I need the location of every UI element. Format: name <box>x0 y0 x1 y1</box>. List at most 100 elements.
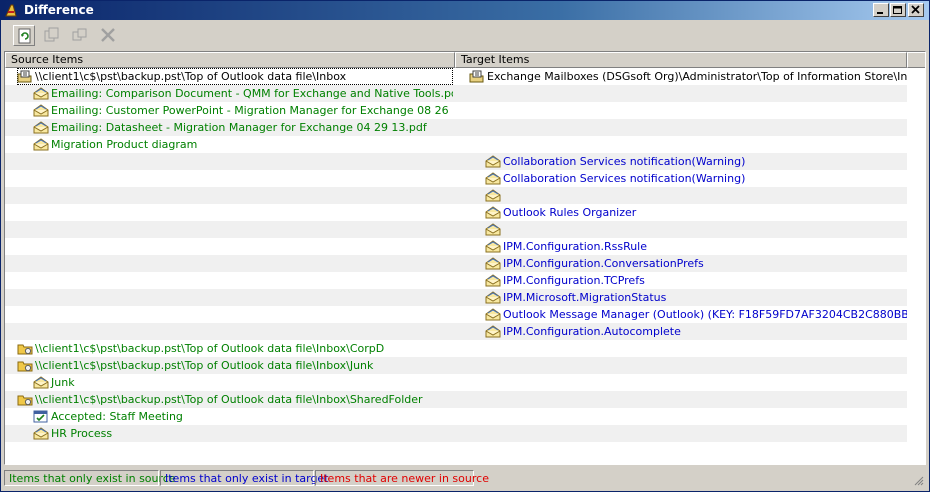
folder-compare-icon <box>17 70 32 83</box>
title-bar[interactable]: Difference <box>1 1 929 20</box>
folder-compare-icon <box>469 70 484 83</box>
legend-source-only: Items that only exist in source <box>4 470 176 486</box>
table-row[interactable]: \\client1\c$\pst\backup.pst\Top of Outlo… <box>5 68 907 85</box>
table-row[interactable]: IPM.Microsoft.MigrationStatus <box>5 289 907 306</box>
target-item-label: Outlook Rules Organizer <box>503 206 637 219</box>
table-row[interactable]: Emailing: Datasheet - Migration Manager … <box>5 119 907 136</box>
target-item-label: IPM.Configuration.TCPrefs <box>503 274 645 287</box>
target-item-label: IPM.Microsoft.MigrationStatus <box>503 291 667 304</box>
target-item[interactable]: Outlook Rules Organizer <box>485 204 907 221</box>
envelope-icon <box>485 257 501 270</box>
target-item-label: Exchange Mailboxes (DSGsoft Org)\Adminis… <box>487 70 907 83</box>
copy-icon <box>72 28 87 41</box>
refresh-icon <box>18 28 31 44</box>
target-item-label: IPM.Configuration.Autocomplete <box>503 325 681 338</box>
source-item[interactable]: Accepted: Staff Meeting <box>33 408 453 425</box>
target-item[interactable]: IPM.Microsoft.MigrationStatus <box>485 289 907 306</box>
maximize-button[interactable] <box>890 3 906 17</box>
table-row[interactable]: Collaboration Services notification(Warn… <box>5 170 907 187</box>
source-item-label: Accepted: Staff Meeting <box>51 410 183 423</box>
window-title: Difference <box>24 3 94 17</box>
envelope-icon <box>485 172 501 185</box>
table-row[interactable]: IPM.Configuration.Autocomplete <box>5 323 907 340</box>
target-item[interactable]: Collaboration Services notification(Warn… <box>485 170 907 187</box>
table-row[interactable]: Emailing: Comparison Document - QMM for … <box>5 85 907 102</box>
envelope-icon <box>485 308 501 321</box>
table-row[interactable]: IPM.Configuration.RssRule <box>5 238 907 255</box>
envelope-icon <box>485 223 501 236</box>
table-row[interactable]: \\client1\c$\pst\backup.pst\Top of Outlo… <box>5 391 907 408</box>
source-item-label: \\client1\c$\pst\backup.pst\Top of Outlo… <box>35 393 423 406</box>
copy-to-target-button[interactable] <box>41 25 63 46</box>
minimize-icon <box>877 12 883 14</box>
minimize-button[interactable] <box>873 3 889 17</box>
table-row[interactable]: IPM.Configuration.TCPrefs <box>5 272 907 289</box>
target-item[interactable]: Collaboration Services notification(Warn… <box>485 153 907 170</box>
table-row[interactable]: IPM.Configuration.ConversationPrefs <box>5 255 907 272</box>
envelope-icon <box>485 189 501 202</box>
column-header-filler <box>907 52 925 68</box>
envelope-icon <box>485 274 501 287</box>
legend-newer-in-source: Items that are newer in source <box>315 470 489 486</box>
envelope-icon <box>485 240 501 253</box>
source-item-label: HR Process <box>51 427 113 440</box>
target-item[interactable]: IPM.Configuration.TCPrefs <box>485 272 907 289</box>
source-item[interactable]: HR Process <box>33 425 453 442</box>
table-row[interactable]: \\client1\c$\pst\backup.pst\Top of Outlo… <box>5 357 907 374</box>
source-item-label: Emailing: Datasheet - Migration Manager … <box>51 121 427 134</box>
source-item-label: \\client1\c$\pst\backup.pst\Top of Outlo… <box>35 342 385 355</box>
source-item-label: Emailing: Customer PowerPoint - Migratio… <box>51 104 453 117</box>
target-item[interactable]: IPM.Configuration.ConversationPrefs <box>485 255 907 272</box>
target-item[interactable]: IPM.Configuration.RssRule <box>485 238 907 255</box>
table-row[interactable]: Migration Product diagram <box>5 136 907 153</box>
source-item[interactable]: Emailing: Datasheet - Migration Manager … <box>33 119 453 136</box>
table-row[interactable] <box>5 221 907 238</box>
maximize-icon <box>893 6 902 14</box>
source-item[interactable]: Migration Product diagram <box>33 136 453 153</box>
target-item-label: Collaboration Services notification(Warn… <box>503 155 746 168</box>
folder-icon <box>17 395 33 406</box>
source-item[interactable]: \\client1\c$\pst\backup.pst\Top of Outlo… <box>17 340 453 357</box>
envelope-icon <box>33 104 49 117</box>
copy-button[interactable] <box>69 25 91 46</box>
target-item[interactable]: IPM.Configuration.Autocomplete <box>485 323 907 340</box>
source-item-label: \\client1\c$\pst\backup.pst\Top of Outlo… <box>35 70 347 83</box>
envelope-icon <box>33 121 49 134</box>
table-row[interactable]: Outlook Rules Organizer <box>5 204 907 221</box>
delete-button[interactable] <box>97 25 119 46</box>
difference-window: Difference Source Items Target Items \\c… <box>0 0 930 492</box>
target-item[interactable]: Outlook Message Manager (Outlook) (KEY: … <box>485 306 907 323</box>
table-row[interactable]: Collaboration Services notification(Warn… <box>5 153 907 170</box>
table-row[interactable] <box>5 187 907 204</box>
column-header-target[interactable]: Target Items <box>455 52 907 68</box>
source-item[interactable]: Emailing: Customer PowerPoint - Migratio… <box>33 102 453 119</box>
source-item[interactable]: \\client1\c$\pst\backup.pst\Top of Outlo… <box>17 391 453 408</box>
table-row[interactable]: Emailing: Customer PowerPoint - Migratio… <box>5 102 907 119</box>
table-row[interactable]: HR Process <box>5 425 907 442</box>
envelope-icon <box>33 138 49 151</box>
legend-target-only: Items that only exist in target <box>160 470 329 486</box>
close-button[interactable] <box>908 3 924 17</box>
source-item[interactable]: Emailing: Comparison Document - QMM for … <box>33 85 453 102</box>
source-item[interactable]: Junk <box>33 374 453 391</box>
table-row[interactable]: Accepted: Staff Meeting <box>5 408 907 425</box>
envelope-icon <box>33 87 49 100</box>
target-item-label: IPM.Configuration.RssRule <box>503 240 648 253</box>
source-item[interactable]: \\client1\c$\pst\backup.pst\Top of Outlo… <box>17 357 453 374</box>
source-item[interactable]: \\client1\c$\pst\backup.pst\Top of Outlo… <box>17 68 453 85</box>
folder-icon <box>17 361 33 372</box>
refresh-button[interactable] <box>13 25 35 46</box>
target-item[interactable] <box>485 187 907 204</box>
envelope-icon <box>485 291 501 304</box>
resize-grip-icon[interactable] <box>912 474 924 486</box>
table-row[interactable]: Outlook Message Manager (Outlook) (KEY: … <box>5 306 907 323</box>
envelope-icon <box>33 376 49 389</box>
table-row[interactable]: Junk <box>5 374 907 391</box>
envelope-icon <box>33 427 49 440</box>
target-item[interactable] <box>485 221 907 238</box>
table-row[interactable]: \\client1\c$\pst\backup.pst\Top of Outlo… <box>5 340 907 357</box>
difference-grid: Source Items Target Items \\client1\c$\p… <box>4 51 926 465</box>
target-item[interactable]: Exchange Mailboxes (DSGsoft Org)\Adminis… <box>469 68 907 85</box>
column-header-source[interactable]: Source Items <box>5 52 455 68</box>
folder-icon <box>17 344 33 355</box>
